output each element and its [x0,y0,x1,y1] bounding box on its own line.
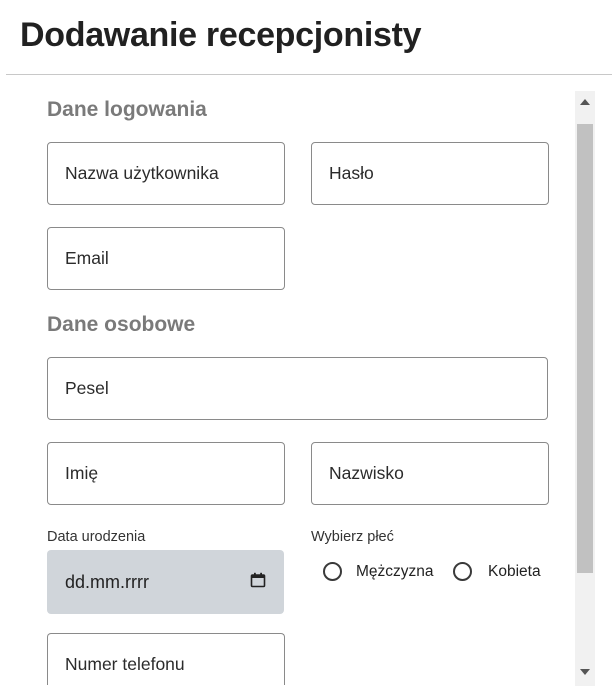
scroll-down-arrow-icon[interactable] [575,665,595,679]
radio-female-icon[interactable] [453,562,472,581]
gender-label: Wybierz płeć [311,529,394,545]
password-placeholder: Hasło [329,163,374,183]
first-name-placeholder: Imię [65,463,99,483]
first-name-input[interactable]: Imię [47,442,285,505]
scroll-thumb[interactable] [577,124,593,573]
section-heading-personal: Dane osobowe [47,313,196,336]
last-name-input[interactable]: Nazwisko [311,442,549,505]
page-title: Dodawanie recepcjonisty [20,16,422,54]
calendar-icon[interactable] [250,572,266,593]
last-name-placeholder: Nazwisko [329,463,404,483]
birth-date-input[interactable]: dd.mm.rrrr [47,550,284,614]
email-input[interactable]: Email [47,227,285,290]
phone-placeholder: Numer telefonu [65,654,185,674]
password-input[interactable]: Hasło [311,142,549,205]
pesel-input[interactable]: Pesel [47,357,548,420]
gender-option-male[interactable]: Mężczyzna [323,562,434,581]
gender-option-male-label: Mężczyzna [356,562,434,580]
scrollbar[interactable] [575,91,595,686]
gender-option-female-label: Kobieta [488,562,541,580]
birth-date-label: Data urodzenia [47,529,146,545]
radio-male-icon[interactable] [323,562,342,581]
header-divider [6,74,612,75]
section-heading-login: Dane logowania [47,98,207,121]
username-input[interactable]: Nazwa użytkownika [47,142,285,205]
pesel-placeholder: Pesel [65,378,109,398]
scroll-up-arrow-icon[interactable] [575,95,595,109]
birth-date-placeholder: dd.mm.rrrr [65,571,149,592]
username-placeholder: Nazwa użytkownika [65,163,219,183]
phone-input[interactable]: Numer telefonu [47,633,285,685]
email-placeholder: Email [65,248,109,268]
gender-option-female[interactable]: Kobieta [453,562,541,581]
